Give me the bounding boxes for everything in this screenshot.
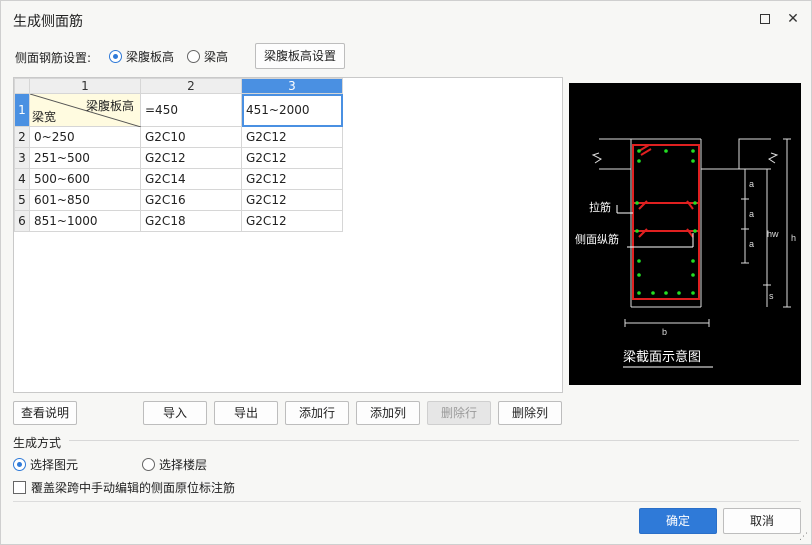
radio-select-floor[interactable]: 选择楼层 bbox=[142, 456, 207, 473]
table-cell[interactable]: 0~250 bbox=[29, 126, 141, 148]
table-cell[interactable]: G2C12 bbox=[140, 147, 242, 169]
dim-h: h bbox=[791, 233, 796, 243]
table-row: 4 500~600 G2C14 G2C12 bbox=[14, 168, 343, 190]
table-cell[interactable]: 251~500 bbox=[29, 147, 141, 169]
table-cell[interactable]: G2C12 bbox=[241, 126, 343, 148]
close-icon: ✕ bbox=[787, 11, 799, 27]
table-corner[interactable] bbox=[14, 78, 30, 94]
dim-b: b bbox=[662, 327, 667, 337]
add-row-button[interactable]: 添加行 bbox=[285, 401, 349, 425]
table-cell[interactable]: G2C18 bbox=[140, 210, 242, 232]
radio-checked-icon bbox=[13, 458, 26, 471]
break-left-icon bbox=[591, 152, 602, 164]
diagram-caption: 梁截面示意图 bbox=[623, 349, 701, 364]
table-cell[interactable]: G2C12 bbox=[241, 168, 343, 190]
dim-a-1: a bbox=[749, 179, 754, 189]
side-bar-label: 侧面纵筋 bbox=[575, 232, 619, 246]
side-rebar-setting-row: 侧面钢筋设置: 梁腹板高 梁高 梁腹板高设置 bbox=[13, 41, 353, 71]
table-cell[interactable]: 601~850 bbox=[29, 189, 141, 211]
slab-right-outline bbox=[738, 138, 771, 170]
export-button[interactable]: 导出 bbox=[214, 401, 278, 425]
maximize-button[interactable] bbox=[755, 9, 775, 29]
table-cell[interactable]: G2C10 bbox=[140, 126, 242, 148]
table-cell[interactable]: G2C16 bbox=[140, 189, 242, 211]
web-height-header-label: 梁腹板高 bbox=[85, 99, 134, 113]
table-cell[interactable]: G2C14 bbox=[140, 168, 242, 190]
delete-row-button[interactable]: 删除行 bbox=[427, 401, 491, 425]
table-row: 3 251~500 G2C12 G2C12 bbox=[14, 147, 343, 169]
table-cell[interactable]: =450 bbox=[140, 93, 242, 127]
column-header-1[interactable]: 1 bbox=[29, 78, 141, 94]
dim-a-3: a bbox=[749, 239, 754, 249]
generate-side-rebar-dialog: 生成侧面筋 ✕ 侧面钢筋设置: 梁腹板高 梁高 梁腹板高设置 1 2 3 1 梁… bbox=[0, 0, 812, 545]
break-right-icon bbox=[768, 152, 779, 164]
row-header[interactable]: 1 bbox=[14, 93, 30, 127]
row-header[interactable]: 4 bbox=[14, 168, 30, 190]
table-row: 5 601~850 G2C16 G2C12 bbox=[14, 189, 343, 211]
beam-section-diagram: 拉筋 侧面纵筋 a a a hw h s b 梁截面示意图 bbox=[575, 138, 796, 368]
longitudinal-bars bbox=[635, 149, 697, 295]
delete-column-button[interactable]: 删除列 bbox=[498, 401, 562, 425]
radio-select-floor-label: 选择楼层 bbox=[159, 458, 208, 472]
radio-web-height-label: 梁腹板高 bbox=[126, 50, 175, 64]
row-header[interactable]: 2 bbox=[14, 126, 30, 148]
ok-button[interactable]: 确定 bbox=[639, 508, 717, 534]
close-button[interactable]: ✕ bbox=[783, 9, 803, 29]
radio-select-element-label: 选择图元 bbox=[30, 458, 79, 472]
cancel-button[interactable]: 取消 bbox=[723, 508, 801, 534]
radio-unchecked-icon bbox=[187, 50, 200, 63]
table-row: 2 0~250 G2C10 G2C12 bbox=[14, 126, 343, 148]
footer-divider bbox=[13, 501, 801, 502]
row-header[interactable]: 5 bbox=[14, 189, 30, 211]
dim-a-2: a bbox=[749, 209, 754, 219]
diagonal-header-cell[interactable]: 梁腹板高 梁宽 bbox=[29, 93, 141, 127]
radio-select-element[interactable]: 选择图元 bbox=[13, 456, 78, 473]
stirrup bbox=[632, 144, 700, 300]
section-divider bbox=[69, 440, 799, 441]
table-cell[interactable]: G2C12 bbox=[241, 147, 343, 169]
rebar-table: 1 2 3 1 梁腹板高 梁宽 =450 451~2000 2 0~250 G2… bbox=[14, 78, 343, 232]
table-cell[interactable]: 851~1000 bbox=[29, 210, 141, 232]
rebar-table-panel: 1 2 3 1 梁腹板高 梁宽 =450 451~2000 2 0~250 G2… bbox=[13, 77, 563, 393]
dialog-title: 生成侧面筋 bbox=[13, 14, 83, 30]
row-header[interactable]: 6 bbox=[14, 210, 30, 232]
dim-s: s bbox=[769, 291, 774, 301]
override-checkbox-label: 覆盖梁跨中手动编辑的侧面原位标注筋 bbox=[31, 481, 236, 495]
column-header-2[interactable]: 2 bbox=[140, 78, 242, 94]
radio-web-height[interactable]: 梁腹板高 bbox=[109, 48, 174, 65]
web-height-settings-button[interactable]: 梁腹板高设置 bbox=[255, 43, 345, 69]
slab-left-outline bbox=[599, 138, 632, 170]
table-row: 6 851~1000 G2C18 G2C12 bbox=[14, 210, 343, 232]
row-header[interactable]: 3 bbox=[14, 147, 30, 169]
radio-beam-height[interactable]: 梁高 bbox=[187, 48, 228, 65]
table-cell[interactable]: G2C12 bbox=[241, 210, 343, 232]
side-rebar-setting-label: 侧面钢筋设置: bbox=[15, 51, 92, 65]
checkbox-unchecked-icon bbox=[13, 481, 26, 494]
table-cell[interactable]: 500~600 bbox=[29, 168, 141, 190]
tie-label: 拉筋 bbox=[589, 200, 611, 214]
table-row: 1 梁腹板高 梁宽 =450 451~2000 bbox=[14, 93, 343, 127]
resize-grip-icon[interactable]: ⋰ bbox=[799, 532, 808, 542]
radio-beam-height-label: 梁高 bbox=[204, 50, 229, 64]
beam-width-header-label: 梁宽 bbox=[32, 110, 57, 124]
table-cell[interactable]: G2C12 bbox=[241, 189, 343, 211]
maximize-icon bbox=[760, 14, 770, 24]
beam-section-preview: 拉筋 侧面纵筋 a a a hw h s b 梁截面示意图 bbox=[569, 83, 801, 385]
view-help-button[interactable]: 查看说明 bbox=[13, 401, 77, 425]
import-button[interactable]: 导入 bbox=[143, 401, 207, 425]
radio-checked-icon bbox=[109, 50, 122, 63]
column-header-3[interactable]: 3 bbox=[241, 78, 343, 94]
add-column-button[interactable]: 添加列 bbox=[356, 401, 420, 425]
generate-mode-label: 生成方式 bbox=[13, 436, 62, 450]
table-cell-active[interactable]: 451~2000 bbox=[241, 93, 343, 127]
title-bar: 生成侧面筋 ✕ bbox=[1, 1, 811, 37]
override-checkbox[interactable]: 覆盖梁跨中手动编辑的侧面原位标注筋 bbox=[13, 479, 235, 496]
table-column-header-row: 1 2 3 bbox=[14, 78, 343, 94]
dim-hw: hw bbox=[767, 229, 779, 239]
radio-unchecked-icon bbox=[142, 458, 155, 471]
